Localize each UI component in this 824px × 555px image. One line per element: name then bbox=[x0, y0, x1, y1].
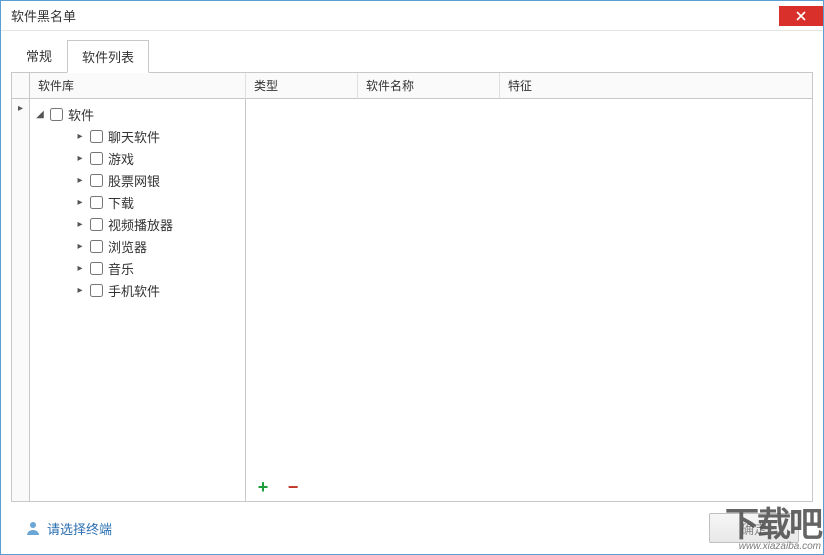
tab-software-list[interactable]: 软件列表 bbox=[67, 40, 149, 73]
tab-label: 常规 bbox=[26, 49, 52, 64]
grid-body: ▸ ◢ 软件 ▸ 聊天软件 ▸ 游戏 bbox=[12, 99, 812, 501]
right-pane: + − bbox=[246, 99, 812, 501]
chevron-right-icon[interactable]: ▸ bbox=[74, 240, 86, 252]
ok-button[interactable]: 确定 bbox=[709, 513, 799, 543]
software-library-tree: ◢ 软件 ▸ 聊天软件 ▸ 游戏 ▸ 股票网银 ▸ 下载 ▸ 视频播放器 ▸ 浏览器 bbox=[30, 99, 246, 501]
chevron-right-icon[interactable]: ▸ bbox=[74, 174, 86, 186]
tree-checkbox[interactable] bbox=[90, 152, 103, 165]
main-panel: 软件库 类型 软件名称 特征 ▸ ◢ 软件 bbox=[11, 72, 813, 502]
tree-checkbox[interactable] bbox=[90, 218, 103, 231]
tree-checkbox[interactable] bbox=[90, 130, 103, 143]
tree-item-chat[interactable]: ▸ 聊天软件 bbox=[56, 125, 241, 147]
right-empty-area bbox=[246, 99, 812, 473]
tree-checkbox[interactable] bbox=[90, 196, 103, 209]
tree-label: 手机软件 bbox=[108, 281, 160, 300]
tree-root[interactable]: ◢ 软件 bbox=[34, 103, 241, 125]
tree-item-download[interactable]: ▸ 下载 bbox=[56, 191, 241, 213]
tree-item-video[interactable]: ▸ 视频播放器 bbox=[56, 213, 241, 235]
footer: 请选择终端 确定 bbox=[11, 502, 813, 554]
dialog-window: 软件黑名单 常规 软件列表 软件库 类型 软件名称 特征 ▸ bbox=[0, 0, 824, 555]
tree-item-browser[interactable]: ▸ 浏览器 bbox=[56, 235, 241, 257]
tree-label: 浏览器 bbox=[108, 237, 147, 256]
body-area: 常规 软件列表 软件库 类型 软件名称 特征 ▸ ◢ bbox=[1, 31, 823, 554]
tree-checkbox[interactable] bbox=[90, 174, 103, 187]
tree-item-game[interactable]: ▸ 游戏 bbox=[56, 147, 241, 169]
tab-label: 软件列表 bbox=[82, 50, 134, 65]
tree-checkbox[interactable] bbox=[90, 262, 103, 275]
tree-checkbox[interactable] bbox=[90, 240, 103, 253]
tree-checkbox[interactable] bbox=[50, 108, 63, 121]
titlebar: 软件黑名单 bbox=[1, 1, 823, 31]
rowmark-header bbox=[12, 73, 30, 99]
col-feature[interactable]: 特征 bbox=[500, 73, 812, 99]
chevron-right-icon[interactable]: ▸ bbox=[74, 130, 86, 142]
tree-checkbox[interactable] bbox=[90, 284, 103, 297]
chevron-right-icon[interactable]: ▸ bbox=[74, 218, 86, 230]
col-library[interactable]: 软件库 bbox=[30, 73, 246, 99]
col-type[interactable]: 类型 bbox=[246, 73, 358, 99]
tree-item-music[interactable]: ▸ 音乐 bbox=[56, 257, 241, 279]
tree-item-stock[interactable]: ▸ 股票网银 bbox=[56, 169, 241, 191]
chevron-right-icon[interactable]: ▸ bbox=[74, 262, 86, 274]
column-headers: 软件库 类型 软件名称 特征 bbox=[12, 73, 812, 99]
rowmark-gutter: ▸ bbox=[12, 99, 30, 501]
user-icon bbox=[25, 520, 41, 536]
remove-button[interactable]: − bbox=[284, 478, 302, 496]
tab-general[interactable]: 常规 bbox=[11, 39, 67, 72]
footer-left: 请选择终端 bbox=[25, 519, 112, 538]
col-name[interactable]: 软件名称 bbox=[358, 73, 500, 99]
tree-label: 音乐 bbox=[108, 259, 134, 278]
close-button[interactable] bbox=[779, 6, 823, 26]
chevron-right-icon[interactable]: ▸ bbox=[74, 196, 86, 208]
tab-strip: 常规 软件列表 bbox=[11, 39, 813, 72]
close-icon bbox=[796, 11, 806, 21]
chevron-right-icon[interactable]: ▸ bbox=[74, 152, 86, 164]
add-button[interactable]: + bbox=[254, 478, 272, 496]
tree-label: 聊天软件 bbox=[108, 127, 160, 146]
tree-label: 游戏 bbox=[108, 149, 134, 168]
window-title: 软件黑名单 bbox=[11, 6, 76, 25]
row-indicator-icon: ▸ bbox=[18, 103, 23, 114]
right-toolbar: + − bbox=[246, 473, 812, 501]
tree-label: 软件 bbox=[68, 105, 94, 124]
toggle-icon[interactable]: ◢ bbox=[34, 108, 46, 120]
select-terminal-link[interactable]: 请选择终端 bbox=[47, 519, 112, 538]
tree-label: 视频播放器 bbox=[108, 215, 173, 234]
chevron-right-icon[interactable]: ▸ bbox=[74, 284, 86, 296]
tree-children: ▸ 聊天软件 ▸ 游戏 ▸ 股票网银 ▸ 下载 ▸ 视频播放器 ▸ 浏览器 ▸ 音乐 ▸ 手机软… bbox=[34, 125, 241, 301]
tree-label: 下载 bbox=[108, 193, 134, 212]
tree-item-mobile[interactable]: ▸ 手机软件 bbox=[56, 279, 241, 301]
tree-label: 股票网银 bbox=[108, 171, 160, 190]
